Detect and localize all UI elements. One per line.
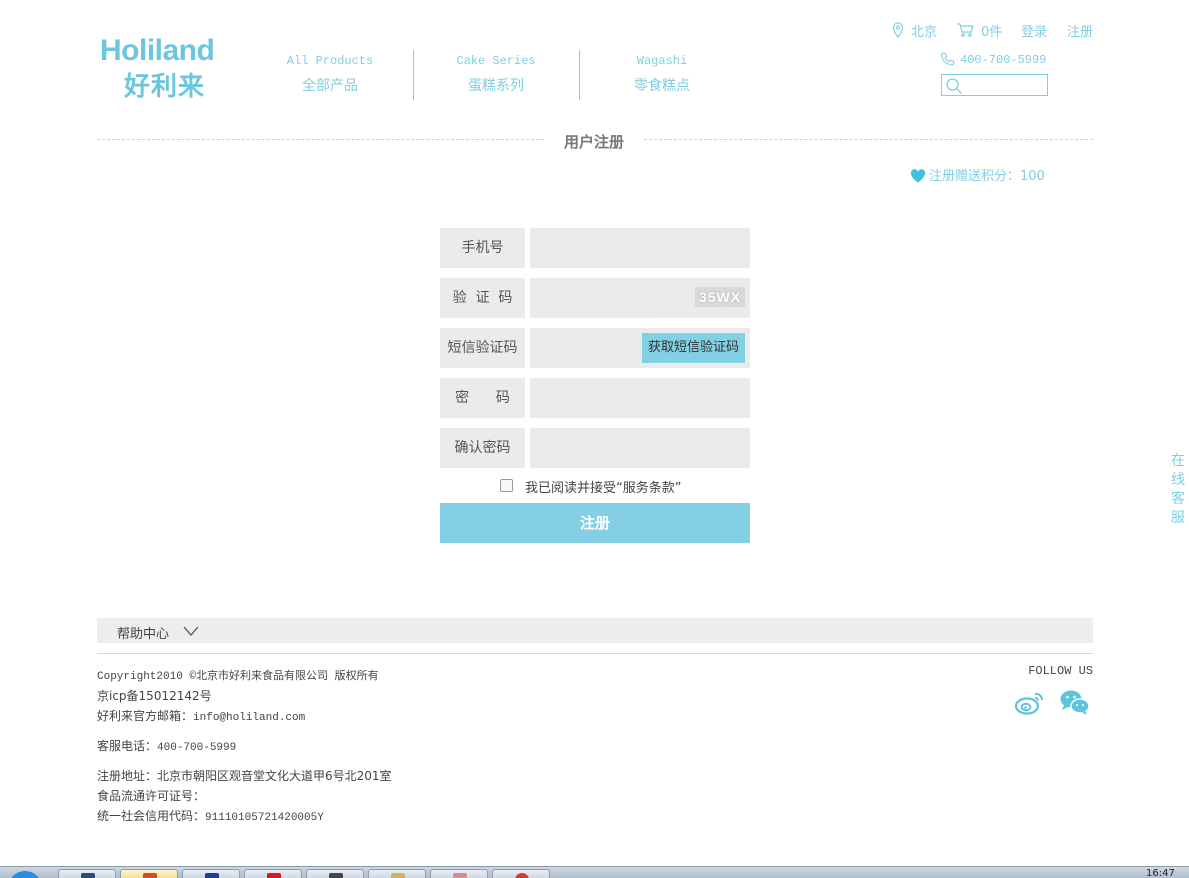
terms-text[interactable]: 我已阅读并接受“服务条款”	[525, 477, 681, 496]
register-submit-button[interactable]: 注册	[440, 503, 750, 543]
phone-input[interactable]	[530, 228, 750, 268]
captcha-image[interactable]: 35WX	[695, 287, 745, 307]
address-text: 注册地址：北京市朝阳区观音堂文化大道甲6号北201室	[97, 769, 392, 783]
sms-code-row: 短信验证码 获取短信验证码	[440, 328, 750, 368]
title-divider-right	[644, 139, 1093, 140]
app-tool-icon	[453, 873, 467, 878]
credit-label: 统一社会信用代码：	[97, 809, 206, 823]
nav-wagashi-cn: 零食糕点	[634, 78, 690, 94]
taskbar-app[interactable]	[306, 869, 364, 878]
icp-text: 京icp备15012142号	[97, 689, 212, 703]
app-office-icon	[143, 873, 157, 878]
taskbar-app[interactable]	[492, 869, 550, 878]
taskbar-app[interactable]	[430, 869, 488, 878]
header-phone-number: 400-700-5999	[960, 53, 1047, 67]
confirm-password-row: 确认密码	[440, 428, 750, 468]
cart-icon[interactable]	[956, 22, 974, 42]
heart-icon	[910, 169, 926, 187]
search-box[interactable]	[941, 74, 1048, 96]
app-browser-icon	[515, 873, 529, 878]
logo-english: Holiland	[100, 34, 215, 67]
get-sms-code-button[interactable]: 获取短信验证码	[642, 333, 745, 363]
online-service-tab[interactable]: 在线客服	[1168, 452, 1188, 528]
app-window-icon	[81, 873, 95, 878]
app-terminal-icon	[329, 873, 343, 878]
nav-cake-series-en: Cake Series	[456, 54, 536, 68]
chevron-down-icon[interactable]	[183, 625, 199, 641]
footer-address: 注册地址：北京市朝阳区观音堂文化大道甲6号北201室	[97, 767, 392, 784]
tel-label: 客服电话：	[97, 739, 158, 753]
register-bonus-text: 注册赠送积分：100	[929, 169, 1045, 184]
confirm-password-input[interactable]	[530, 428, 750, 468]
register-bonus: 注册赠送积分：100	[910, 165, 1045, 187]
city-selector[interactable]: 北京	[911, 21, 937, 40]
nav-all-products-en: All Products	[286, 54, 374, 68]
search-input[interactable]	[966, 77, 1044, 93]
taskbar-app[interactable]	[244, 869, 302, 878]
footer-credit: 统一社会信用代码：911101057214200​05Y	[97, 807, 324, 824]
wechat-icon[interactable]	[1059, 688, 1091, 716]
phone-label: 手机号	[440, 228, 525, 268]
footer-divider	[97, 653, 1093, 654]
license-text: 食品流通许可证号：	[97, 789, 206, 803]
credit-code: 911101057214200​05Y	[205, 812, 324, 824]
cart-count[interactable]: 0件	[981, 21, 1002, 40]
app-pdf-icon	[267, 873, 281, 878]
nav-cake-series[interactable]: Cake Series 蛋糕系列	[413, 54, 579, 95]
confirm-password-label: 确认密码	[440, 428, 525, 468]
login-link[interactable]: 登录	[1021, 21, 1047, 40]
captcha-label: 验 证 码	[440, 278, 525, 318]
captcha-row: 验 证 码 35WX	[440, 278, 750, 318]
email-label: 好利来官方邮箱：	[97, 709, 194, 723]
taskbar-app[interactable]	[120, 869, 178, 878]
password-label: 密 码	[440, 378, 525, 418]
app-folder-icon	[391, 873, 405, 878]
start-button-icon[interactable]	[8, 871, 42, 878]
location-pin-icon	[892, 22, 904, 42]
footer-email: 好利来官方邮箱：info@holiland.com	[97, 707, 305, 724]
title-divider-left	[97, 139, 544, 140]
copyright-text: Copyright2010 ©北京市好利来食品有限公司 版权所有	[97, 671, 379, 683]
register-link[interactable]: 注册	[1067, 21, 1093, 40]
phone-icon	[940, 52, 956, 70]
holiland-logo[interactable]: Holiland 好利来	[100, 34, 250, 102]
logo-chinese: 好利来	[124, 72, 206, 102]
taskbar-clock: 16:47	[1146, 868, 1175, 878]
weibo-icon[interactable]	[1014, 688, 1046, 716]
footer-license: 食品流通许可证号：	[97, 787, 205, 804]
footer-tel: 客服电话：400-700-5999	[97, 737, 236, 754]
help-center-label: 帮助中心	[117, 627, 170, 642]
sms-code-label: 短信验证码	[440, 328, 525, 368]
email-address[interactable]: info@holiland.com	[193, 712, 305, 724]
nav-wagashi-en: Wagashi	[636, 54, 688, 68]
nav-all-products[interactable]: All Products 全部产品	[247, 54, 413, 95]
footer-copyright: Copyright2010 ©北京市好利来食品有限公司 版权所有	[97, 667, 379, 683]
header-phone: 400-700-5999	[940, 52, 1046, 70]
os-taskbar: 16:47	[0, 866, 1189, 878]
page-title: 用户注册	[563, 133, 624, 151]
nav-wagashi[interactable]: Wagashi 零食糕点	[579, 54, 745, 95]
taskbar-app[interactable]	[182, 869, 240, 878]
password-input[interactable]	[530, 378, 750, 418]
nav-cake-series-cn: 蛋糕系列	[468, 78, 524, 94]
search-icon[interactable]	[945, 77, 963, 99]
password-row: 密 码	[440, 378, 750, 418]
footer-icp: 京icp备15012142号	[97, 687, 212, 704]
taskbar-app[interactable]	[58, 869, 116, 878]
phone-row: 手机号	[440, 228, 750, 268]
app-word-icon	[205, 873, 219, 878]
help-center-bar[interactable]: 帮助中心	[97, 618, 1093, 643]
nav-all-products-cn: 全部产品	[302, 78, 358, 94]
follow-us-label: FOLLOW US	[1028, 664, 1093, 678]
taskbar-app[interactable]	[368, 869, 426, 878]
tel-number: 400-700-5999	[157, 742, 237, 754]
terms-checkbox[interactable]	[500, 479, 513, 492]
